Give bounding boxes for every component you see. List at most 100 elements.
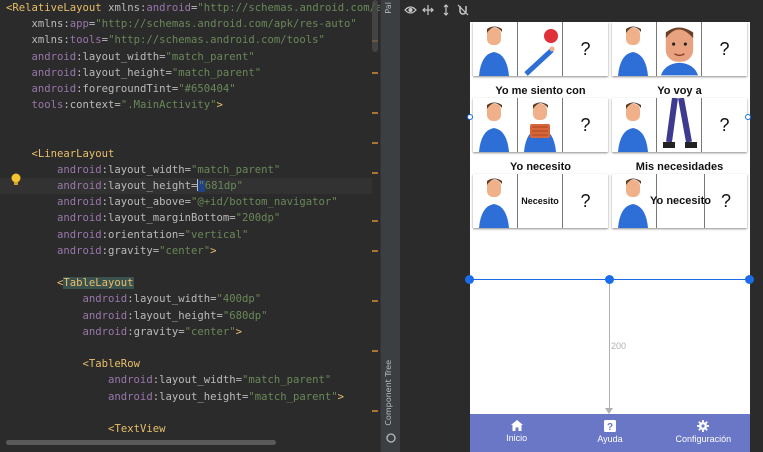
code-line[interactable]: <LinearLayout (6, 146, 372, 162)
ball-pictogram (518, 22, 563, 76)
code-line[interactable]: android:layout_width="match_parent" (6, 49, 372, 65)
error-stripe-mark[interactable] (372, 350, 378, 352)
code-token: :context= (63, 99, 121, 112)
code-token: :layout_marginBottom= (101, 212, 236, 225)
code-token: "center" (159, 244, 211, 257)
code-line[interactable]: android:layout_height="match_parent"> (6, 389, 372, 405)
code-text[interactable]: <RelativeLayout xmlns:android="http://sc… (0, 0, 380, 452)
lightbulb-icon[interactable] (10, 172, 22, 186)
magnet-off-icon[interactable] (457, 3, 471, 17)
code-line[interactable]: xmlns:tools="http://schemas.android.com/… (6, 32, 372, 48)
code-token: android (6, 390, 153, 403)
code-token: "match_parent" (190, 163, 281, 176)
code-token: "match_parent" (248, 390, 338, 403)
code-token: android (6, 309, 128, 322)
row-label-feel: Yo me siento con (495, 85, 586, 97)
code-line[interactable]: <TableLayout (6, 275, 372, 291)
code-token: :layout_height= (152, 390, 249, 403)
error-stripe-mark[interactable] (372, 112, 378, 114)
constraint-handle[interactable] (745, 114, 751, 120)
code-line[interactable]: <TextView (6, 421, 372, 437)
code-token: android (6, 196, 102, 209)
component-tree-icon[interactable] (386, 428, 396, 443)
code-line[interactable]: android:layout_width="match_parent" (6, 372, 372, 388)
row-label-need: Yo necesito (510, 161, 571, 173)
horizontal-scrollbar[interactable] (6, 440, 276, 445)
nav-item-configuracion[interactable]: Configuración (657, 414, 750, 452)
code-token: "match_parent" (242, 374, 332, 387)
code-token: xmlns: (101, 2, 147, 14)
pictogram-card[interactable]: ? (473, 22, 608, 76)
code-token: xmlns: (6, 18, 70, 31)
pictogram-card[interactable]: Necesito ? (473, 174, 608, 228)
nav-item-ayuda[interactable]: ? Ayuda (563, 414, 656, 452)
code-line[interactable]: android:gravity="center"> (6, 243, 372, 259)
component-tree-tab[interactable]: Component Tree (384, 360, 393, 426)
code-line[interactable]: android:gravity="center"> (6, 324, 372, 340)
error-stripe-mark[interactable] (372, 172, 378, 174)
error-stripe-mark[interactable] (372, 250, 378, 252)
code-line[interactable]: xmlns:app="http://schemas.android.com/ap… (6, 16, 372, 32)
resize-handle[interactable] (605, 275, 614, 284)
pictogram-card[interactable]: ? (612, 98, 747, 152)
error-stripe-mark[interactable] (372, 220, 378, 222)
person-pictogram (473, 22, 518, 76)
code-line[interactable]: android:orientation="vertical" (6, 227, 372, 243)
resize-handle[interactable] (745, 275, 754, 284)
code-line[interactable]: tools:context=".MainActivity"> (6, 97, 372, 113)
pictogram-card[interactable]: Yo necesito ? (612, 174, 747, 228)
designer-toolbar (400, 0, 470, 20)
code-token: < (6, 422, 115, 435)
code-line[interactable]: android:layout_height="681dp" (0, 178, 372, 195)
code-line[interactable]: android:foregroundTint="#650404" (6, 81, 372, 97)
question-mark-cell: ? (720, 190, 731, 211)
code-line[interactable]: android:layout_width="400dp" (6, 291, 372, 307)
constraint-handle[interactable] (467, 114, 473, 120)
code-token: < (6, 147, 38, 160)
error-stripe-mark[interactable] (372, 72, 378, 74)
question-mark-cell: ? (580, 114, 591, 135)
bottom-navigation: Inicio ? Ayuda Configuración (470, 414, 750, 452)
code-token: :layout_height= (76, 66, 172, 79)
question-mark-cell: ? (719, 38, 730, 59)
error-stripe-mark[interactable] (372, 300, 378, 302)
code-line[interactable]: android:layout_height="680dp" (6, 308, 372, 324)
code-token: ".MainActivity" (120, 99, 217, 112)
code-line[interactable] (6, 113, 372, 129)
code-line[interactable]: <RelativeLayout xmlns:android="http://sc… (6, 0, 380, 16)
phone-preview[interactable]: ? ? Yo me siento con Yo voy a ? ? Yo nec… (470, 22, 750, 450)
code-line[interactable]: android:layout_height="match_parent" (6, 65, 372, 81)
side-tool-strip: Pal Component Tree (380, 0, 400, 452)
help-icon: ? (603, 420, 616, 432)
code-line[interactable]: android:layout_width="match_parent" (6, 162, 372, 178)
nav-item-inicio[interactable]: Inicio (470, 414, 563, 452)
home-icon (510, 420, 523, 431)
code-line[interactable]: android:layout_above="@+id/bottom_naviga… (6, 194, 372, 210)
code-line[interactable] (6, 340, 372, 356)
horizontal-arrows-icon[interactable] (422, 3, 436, 17)
code-line[interactable]: android:layout_marginBottom="200dp" (6, 210, 372, 226)
code-editor[interactable]: <RelativeLayout xmlns:android="http://sc… (0, 0, 380, 452)
vertical-arrows-icon[interactable] (439, 3, 453, 17)
palette-tab[interactable]: Pal (384, 2, 393, 14)
error-stripe-mark[interactable] (372, 410, 378, 412)
error-stripe-mark[interactable] (372, 142, 378, 144)
pictogram-card[interactable]: ? (612, 22, 747, 76)
code-line[interactable] (6, 259, 372, 275)
code-token: android (6, 244, 102, 257)
code-line[interactable]: <TableRow (6, 356, 372, 372)
code-token: > (210, 244, 217, 257)
need-text-cell: Yo necesito (650, 174, 711, 228)
gear-icon (697, 420, 710, 432)
vertical-scrollbar[interactable] (372, 0, 378, 52)
code-token: "match_parent" (165, 50, 255, 63)
pictogram-card[interactable]: ? (473, 98, 608, 152)
code-token: :layout_width= (76, 50, 166, 63)
code-token: android (6, 82, 77, 95)
code-line[interactable] (6, 130, 372, 146)
nav-label-ayuda: Ayuda (597, 434, 623, 444)
resize-handle[interactable] (465, 275, 474, 284)
code-line[interactable] (6, 405, 372, 421)
eye-icon[interactable] (404, 3, 418, 17)
margin-value-label: 200 (611, 341, 627, 351)
